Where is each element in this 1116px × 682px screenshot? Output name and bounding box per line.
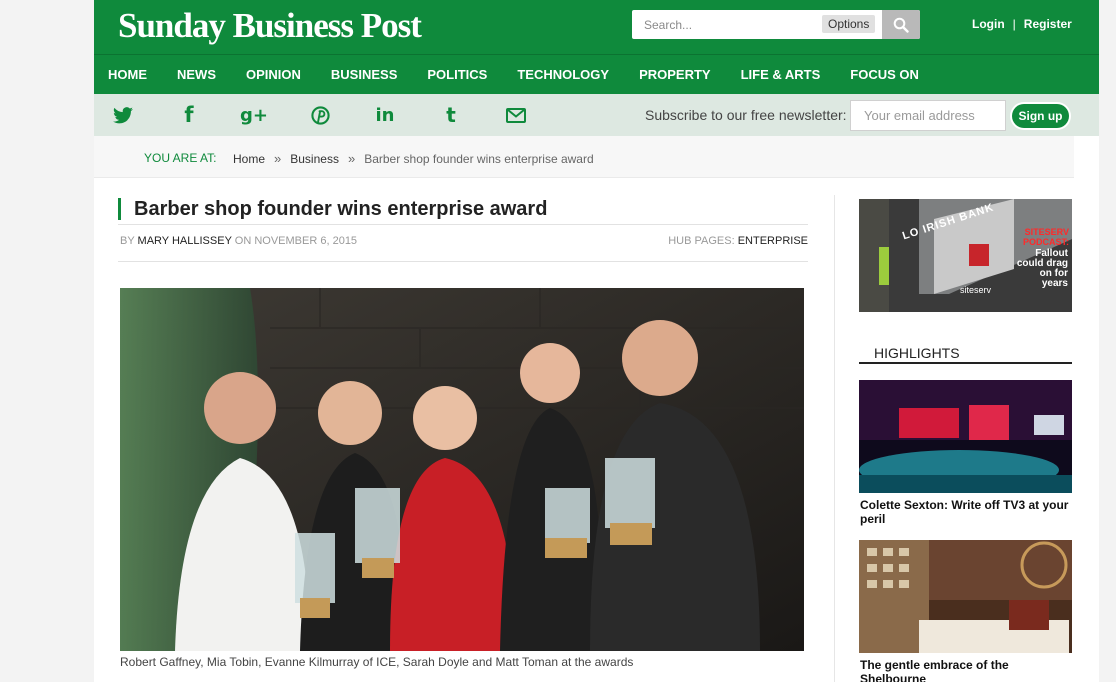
nav-item-property[interactable]: PROPERTY <box>639 67 711 82</box>
highlight-image-tv-studio <box>859 380 1072 493</box>
tumblr-icon[interactable]: t <box>438 102 464 128</box>
highlight-image[interactable] <box>859 380 1072 493</box>
ad-headline: SITESERV PODCAST: <box>1022 227 1069 247</box>
top-bar: Sunday Business Post Options Login | Regis… <box>94 0 1099 54</box>
breadcrumb-home-link[interactable]: Home <box>233 152 265 166</box>
nav-item-life-arts[interactable]: LIFE & ARTS <box>741 67 821 82</box>
hub-pages-label: HUB PAGES: <box>668 235 735 247</box>
newsletter-email-input[interactable] <box>850 100 1006 131</box>
nav-item-focus-on[interactable]: FOCUS ON <box>850 67 919 82</box>
breadcrumb-separator: » <box>347 151 356 166</box>
photo-caption: Robert Gaffney, Mia Tobin, Evanne Kilmur… <box>120 655 634 669</box>
login-link[interactable]: Login <box>972 17 1005 31</box>
highlight-title[interactable]: The gentle embrace of the Shelbourne <box>860 658 1072 682</box>
search-button[interactable] <box>882 10 920 39</box>
article-date: ON NOVEMBER 6, 2015 <box>234 235 358 247</box>
hub-pages: HUB PAGES: ENTERPRISE <box>668 235 808 247</box>
breadcrumb-business-link[interactable]: Business <box>290 152 339 166</box>
auth-links: Login | Register <box>972 17 1072 31</box>
social-bar: f g+ in t Subscribe to our free newslett… <box>94 94 1099 136</box>
twitter-icon[interactable] <box>110 102 136 128</box>
ad-brand: siteserv <box>960 285 992 295</box>
auth-separator: | <box>1012 17 1016 31</box>
search-options-button[interactable]: Options <box>822 15 876 33</box>
divider <box>118 261 808 262</box>
search-input[interactable] <box>632 10 817 39</box>
nav-item-news[interactable]: NEWS <box>177 67 216 82</box>
page: Sunday Business Post Options Login | Regis… <box>94 0 1099 682</box>
nav-item-politics[interactable]: POLITICS <box>427 67 487 82</box>
article-photo <box>120 288 804 651</box>
author-link[interactable]: MARY HALLISSEY <box>138 235 232 247</box>
newsletter-label: Subscribe to our free newsletter: <box>645 107 847 123</box>
by-prefix: BY <box>120 235 135 247</box>
search-box: Options <box>632 10 920 39</box>
google-plus-icon[interactable]: g+ <box>240 102 268 128</box>
highlight-title[interactable]: Colette Sexton: Write off TV3 at your pe… <box>860 498 1072 526</box>
nav-item-home[interactable]: HOME <box>108 67 147 82</box>
article-title: Barber shop founder wins enterprise awar… <box>118 198 547 220</box>
breadcrumb-trail: Home » Business » Barber shop founder wins e… <box>233 151 594 166</box>
facebook-icon[interactable]: f <box>176 102 202 128</box>
nav-list: HOME NEWS OPINION BUSINESS POLITICS TECH… <box>94 55 1099 94</box>
nav-item-opinion[interactable]: OPINION <box>246 67 301 82</box>
sidebar-ad[interactable]: LO IRISH BANK siteserv SITESERV PODCAST:… <box>859 199 1072 312</box>
pinterest-icon[interactable] <box>307 102 333 128</box>
linkedin-icon[interactable]: in <box>372 102 398 128</box>
breadcrumb-separator: » <box>274 151 282 166</box>
divider <box>118 224 808 225</box>
register-link[interactable]: Register <box>1024 17 1072 31</box>
main-nav: HOME NEWS OPINION BUSINESS POLITICS TECH… <box>94 54 1099 94</box>
column-divider <box>834 195 835 682</box>
breadcrumb: YOU ARE AT: Home » Business » Barber shop fo… <box>94 136 1074 178</box>
highlight-image[interactable] <box>859 540 1072 653</box>
hub-pages-link[interactable]: ENTERPRISE <box>738 235 808 247</box>
breadcrumb-current: Barber shop founder wins enterprise awar… <box>364 152 594 166</box>
email-icon[interactable] <box>503 102 529 128</box>
site-logo[interactable]: Sunday Business Post <box>118 6 422 46</box>
nav-item-technology[interactable]: TECHNOLOGY <box>517 67 609 82</box>
newsletter-signup-button[interactable]: Sign up <box>1012 104 1069 128</box>
ad-text: Fallout could drag on for years <box>1016 248 1068 289</box>
article-photo-illustration <box>120 288 804 651</box>
highlights-title: HIGHLIGHTS <box>859 345 1072 364</box>
highlight-image-hotel-bar <box>859 540 1072 653</box>
article-meta: BY MARY HALLISSEY ON NOVEMBER 6, 2015 <box>120 235 357 247</box>
nav-item-business[interactable]: BUSINESS <box>331 67 397 82</box>
breadcrumb-label: YOU ARE AT: <box>144 151 217 165</box>
search-icon <box>893 17 909 33</box>
